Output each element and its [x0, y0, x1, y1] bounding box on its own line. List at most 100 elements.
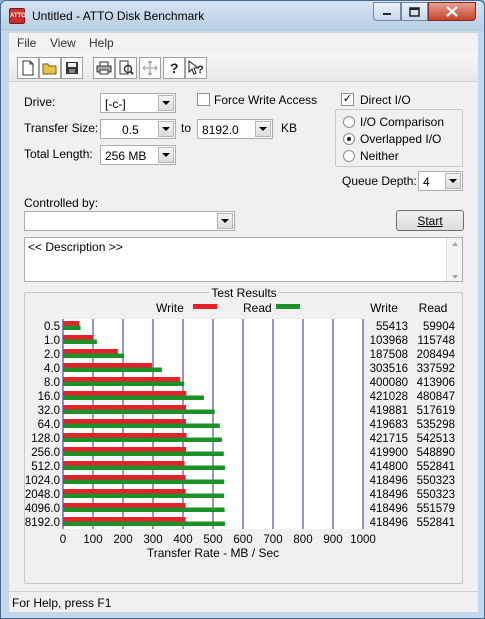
start-button[interactable]: Start — [396, 210, 464, 231]
scroll-arrows-icon — [452, 242, 458, 279]
print-button[interactable] — [93, 57, 115, 79]
read-bar — [63, 423, 220, 428]
write-value: 414800 — [370, 461, 408, 473]
read-bar — [63, 451, 224, 456]
checkmark-icon: ✓ — [342, 93, 353, 105]
title-bar[interactable]: ATTO Untitled - ATTO Disk Benchmark — [1, 1, 484, 31]
description-scrollbar[interactable] — [446, 238, 462, 281]
chevron-down-icon — [158, 121, 174, 137]
minimize-button[interactable] — [373, 2, 401, 21]
app-window: ATTO Untitled - ATTO Disk Benchmark File… — [0, 0, 485, 619]
help-button[interactable]: ? — [163, 57, 185, 79]
read-bar — [63, 367, 162, 372]
legend-write-swatch — [193, 304, 217, 309]
chevron-down-icon — [217, 213, 233, 229]
read-value: 552841 — [417, 517, 455, 529]
read-value: 542513 — [417, 433, 455, 445]
transfer-to-label: to — [181, 121, 192, 135]
y-tick-label: 16.0 — [38, 391, 60, 403]
read-value: 59904 — [423, 321, 456, 333]
chevron-down-icon — [445, 173, 461, 189]
context-help-button[interactable]: ? — [185, 57, 207, 79]
direct-io-checkbox[interactable]: ✓ — [341, 93, 354, 106]
total-length-select[interactable]: 256 MB — [100, 145, 176, 165]
read-value: 413906 — [417, 377, 455, 389]
read-value: 480847 — [417, 391, 455, 403]
read-bar — [63, 479, 225, 484]
queue-depth-label: Queue Depth: — [342, 174, 417, 188]
queue-depth-value: 4 — [423, 175, 430, 189]
transfer-size-to-select[interactable]: 8192.0 — [197, 119, 273, 139]
write-bar — [63, 419, 186, 424]
overlapped-io-radio[interactable] — [343, 133, 355, 145]
toolbar: ? ? — [9, 54, 478, 82]
controlled-by-label: Controlled by: — [24, 196, 99, 210]
context-help-icon: ? — [188, 60, 204, 76]
write-bar — [63, 517, 186, 522]
transfer-size-from-value: 0.5 — [122, 123, 139, 137]
write-bar — [63, 475, 186, 480]
maximize-button[interactable] — [401, 2, 428, 21]
window-title: Untitled - ATTO Disk Benchmark — [32, 9, 205, 23]
read-value: 337592 — [417, 363, 455, 375]
description-textarea[interactable]: << Description >> — [24, 237, 463, 282]
write-bar — [63, 503, 186, 508]
write-bar — [63, 405, 187, 410]
menu-bar: File View Help — [9, 32, 478, 54]
write-value: 421028 — [370, 391, 408, 403]
direct-io-label: Direct I/O — [360, 93, 411, 107]
read-bar — [63, 325, 81, 330]
chevron-down-icon — [255, 121, 271, 137]
controlled-by-select[interactable] — [24, 211, 235, 231]
write-bar — [63, 349, 118, 354]
drive-select[interactable]: [-c-] — [100, 93, 176, 113]
y-tick-label: 2.0 — [44, 349, 60, 361]
read-bar — [63, 395, 204, 400]
open-button[interactable] — [39, 57, 61, 79]
write-bar — [63, 489, 186, 494]
io-comparison-radio[interactable] — [343, 116, 355, 128]
total-length-value: 256 MB — [105, 149, 147, 163]
read-value: 550323 — [417, 489, 455, 501]
save-icon — [66, 62, 78, 74]
read-bar — [63, 381, 185, 386]
menu-file[interactable]: File — [17, 36, 36, 50]
y-tick-label: 4.0 — [44, 363, 60, 375]
legend-write-label: Write — [156, 301, 184, 315]
results-panel: Test Results Write Read Write Read 0 100 200 300… — [24, 282, 463, 582]
menu-view[interactable]: View — [50, 36, 76, 50]
svg-text:?: ? — [170, 60, 179, 76]
write-column-header: Write — [370, 301, 398, 315]
transfer-size-label: Transfer Size: — [24, 121, 99, 135]
menu-help[interactable]: Help — [89, 36, 114, 50]
write-value: 55413 — [376, 321, 408, 333]
queue-depth-select[interactable]: 4 — [418, 171, 463, 191]
legend-read-swatch — [276, 304, 300, 309]
y-tick-label: 8.0 — [44, 377, 60, 389]
status-text: For Help, press F1 — [12, 596, 112, 610]
force-write-checkbox[interactable] — [197, 93, 210, 106]
new-button[interactable] — [17, 57, 39, 79]
close-button[interactable] — [428, 2, 476, 21]
svg-text:?: ? — [197, 64, 204, 76]
read-value: 552841 — [417, 461, 455, 473]
read-bar — [63, 353, 125, 358]
write-value: 418496 — [370, 517, 408, 529]
write-value: 421715 — [370, 433, 408, 445]
read-bar — [63, 465, 225, 470]
write-value: 418496 — [370, 475, 408, 487]
print-preview-button[interactable] — [115, 57, 137, 79]
y-tick-label: 4096.0 — [25, 503, 60, 515]
neither-radio[interactable] — [343, 150, 355, 162]
y-tick-label: 1024.0 — [25, 475, 60, 487]
y-tick-label: 0.5 — [44, 321, 60, 333]
transfer-size-from-select[interactable]: 0.5 — [100, 119, 176, 139]
move-button[interactable] — [139, 57, 161, 79]
new-file-icon — [22, 60, 34, 76]
main-panel: Drive: [-c-] Force Write Access ✓ Direct… — [9, 82, 478, 591]
write-bar — [63, 447, 187, 452]
help-icon: ? — [170, 60, 179, 76]
write-bar — [63, 363, 152, 368]
save-button[interactable] — [61, 57, 83, 79]
read-value: 550323 — [417, 475, 455, 487]
